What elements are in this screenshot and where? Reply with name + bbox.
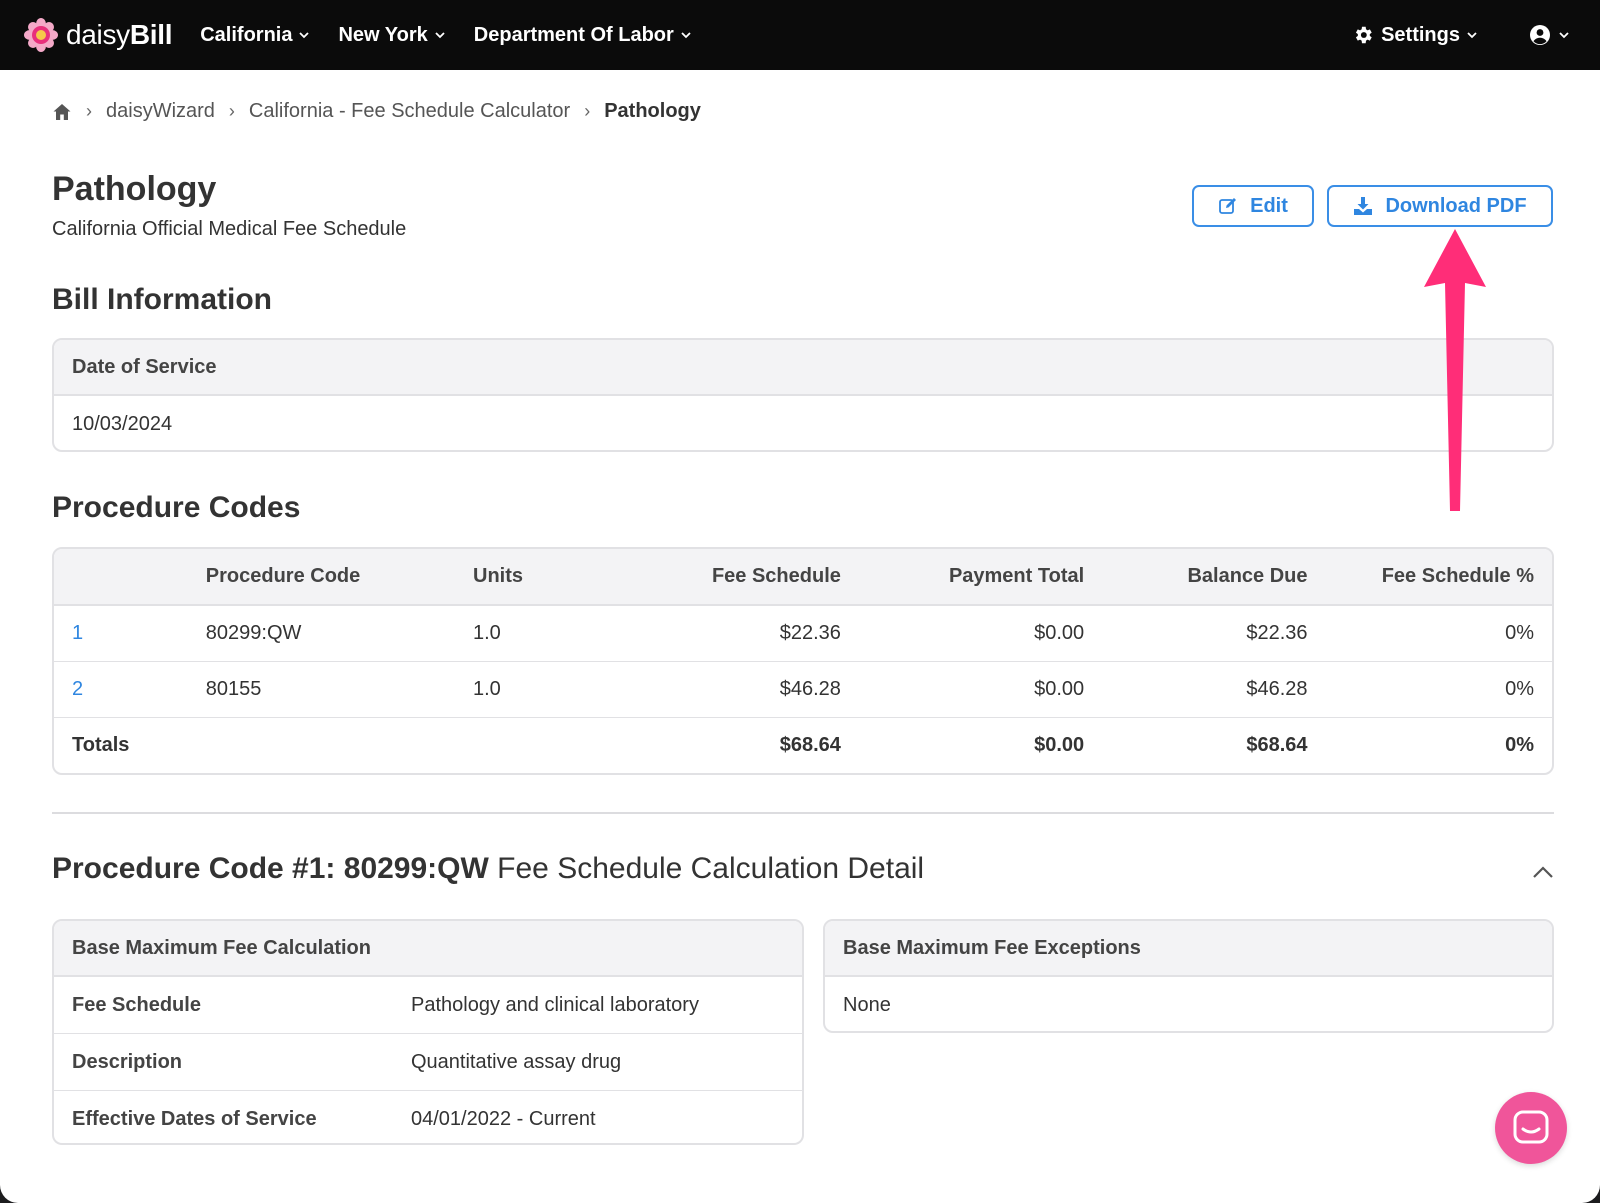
breadcrumb-daisywizard[interactable]: daisyWizard: [106, 100, 215, 123]
col-header-balance-due: Balance Due: [1102, 549, 1326, 606]
col-header-payment-total: Payment Total: [858, 549, 1103, 606]
cell-fee-schedule-pct: 0%: [1325, 605, 1552, 662]
base-max-fee-exceptions-card: Base Maximum Fee Exceptions None: [823, 919, 1554, 1033]
kv-key: Description: [72, 1050, 183, 1073]
nav-settings[interactable]: Settings: [1352, 24, 1478, 47]
table-row: 2 80155 1.0 $46.28 $0.00 $46.28 0%: [54, 661, 1552, 718]
totals-label: Totals: [72, 733, 130, 756]
nav-user-menu[interactable]: [1528, 23, 1570, 47]
nav-department-of-labor[interactable]: Department Of Labor: [474, 24, 692, 47]
procedure-link-2[interactable]: 2: [72, 678, 83, 700]
table-header-row: Procedure Code Units Fee Schedule Paymen…: [54, 549, 1552, 606]
cell-balance-due: $22.36: [1102, 605, 1326, 662]
base-max-fee-calculation-title: Base Maximum Fee Calculation: [54, 921, 802, 977]
edit-button[interactable]: Edit: [1192, 185, 1314, 227]
breadcrumb: › daisyWizard › California - Fee Schedul…: [52, 100, 701, 123]
detail-title-code: Procedure Code #1: 80299:QW: [52, 852, 489, 885]
kv-value: Quantitative assay drug: [411, 1050, 622, 1073]
detail-title-rest: Fee Schedule Calculation Detail: [488, 852, 925, 885]
procedure-link-1[interactable]: 1: [72, 622, 83, 644]
cell-payment-total: $0.00: [858, 605, 1103, 662]
edit-button-label: Edit: [1250, 194, 1288, 217]
chevron-down-icon: [299, 32, 310, 39]
total-balance-due: $68.64: [1246, 733, 1308, 756]
page-subtitle: California Official Medical Fee Schedule: [52, 218, 407, 240]
chevron-down-icon: [681, 32, 691, 39]
chat-icon: [1513, 1110, 1549, 1144]
bill-information-card: Date of Service 10/03/2024: [52, 338, 1554, 452]
cell-units: 1.0: [455, 605, 600, 662]
breadcrumb-separator: ›: [86, 101, 92, 121]
breadcrumb-fee-schedule-calculator[interactable]: California - Fee Schedule Calculator: [249, 100, 570, 123]
app-window: daisyBill California New York Department…: [0, 0, 1600, 1203]
section-divider: [52, 812, 1554, 814]
nav-settings-label: Settings: [1381, 23, 1460, 46]
top-navbar: daisyBill California New York Department…: [0, 0, 1600, 70]
cell-procedure-code: 80299:QW: [187, 605, 455, 662]
cell-units: 1.0: [455, 661, 600, 718]
kv-row-description: Description Quantitative assay drug: [54, 1034, 802, 1091]
nav-new-york-label: New York: [338, 23, 428, 46]
kv-value: Pathology and clinical laboratory: [411, 993, 699, 1016]
home-icon[interactable]: [52, 102, 72, 122]
cell-procedure-code: 80155: [187, 661, 455, 718]
empty-cell: [188, 717, 455, 773]
nav-california[interactable]: California: [200, 24, 310, 47]
base-max-fee-calculation-card: Base Maximum Fee Calculation Fee Schedul…: [52, 919, 804, 1145]
cell-fee-schedule-pct: 0%: [1325, 661, 1552, 718]
cell-fee-schedule: $22.36: [599, 605, 859, 662]
download-icon: [1354, 197, 1373, 215]
empty-cell: [455, 717, 600, 773]
cell-balance-due: $46.28: [1102, 661, 1326, 718]
kv-row-effective-dates: Effective Dates of Service 04/01/2022 - …: [54, 1091, 802, 1143]
base-max-fee-exceptions-title: Base Maximum Fee Exceptions: [825, 921, 1552, 977]
col-header-units: Units: [455, 549, 600, 606]
nav-new-york[interactable]: New York: [338, 24, 445, 47]
col-header-fee-schedule-pct: Fee Schedule %: [1325, 549, 1552, 606]
download-pdf-button[interactable]: Download PDF: [1327, 185, 1553, 227]
col-header-procedure-code: Procedure Code: [187, 549, 455, 606]
breadcrumb-current: Pathology: [604, 100, 701, 122]
totals-row: Totals $68.64 $0.00 $68.64 0%: [54, 717, 1552, 773]
cell-payment-total: $0.00: [858, 661, 1103, 718]
chat-launcher-button[interactable]: [1495, 1092, 1567, 1164]
gear-icon: [1356, 26, 1372, 44]
procedure-codes-card: Procedure Code Units Fee Schedule Paymen…: [52, 547, 1554, 775]
download-pdf-label: Download PDF: [1385, 194, 1527, 217]
cell-fee-schedule: $46.28: [599, 661, 859, 718]
kv-key: Effective Dates of Service: [72, 1107, 317, 1130]
chevron-down-icon: [435, 32, 445, 39]
nav-right: Settings: [1352, 23, 1570, 47]
chevron-down-icon: [1559, 32, 1569, 39]
kv-key: Fee Schedule: [72, 993, 201, 1016]
total-payment: $0.00: [1034, 733, 1085, 756]
kv-value: 04/01/2022 - Current: [411, 1107, 596, 1130]
procedure-codes-heading: Procedure Codes: [52, 491, 301, 524]
bill-information-heading: Bill Information: [52, 283, 272, 316]
date-of-service-value: 10/03/2024: [72, 412, 173, 435]
exceptions-value: None: [843, 993, 891, 1016]
procedure-codes-table: Procedure Code Units Fee Schedule Paymen…: [54, 549, 1552, 773]
breadcrumb-separator: ›: [228, 101, 235, 121]
table-row: 1 80299:QW 1.0 $22.36 $0.00 $22.36 0%: [54, 605, 1552, 662]
kv-row-fee-schedule: Fee Schedule Pathology and clinical labo…: [54, 977, 802, 1034]
chevron-down-icon: [1467, 32, 1477, 39]
col-header-index: [54, 549, 188, 606]
user-circle-icon: [1530, 25, 1550, 45]
total-fee-schedule: $68.64: [779, 733, 841, 756]
date-of-service-label: Date of Service: [54, 340, 1552, 396]
col-header-fee-schedule: Fee Schedule: [599, 549, 859, 606]
edit-icon: [1219, 198, 1237, 214]
nav-dol-label: Department Of Labor: [473, 23, 674, 46]
calculation-detail-heading: Procedure Code #1: 80299:QW Fee Schedule…: [52, 852, 924, 886]
annotation-arrow: [1424, 229, 1486, 511]
chevron-up-icon[interactable]: [1530, 860, 1556, 886]
total-fee-schedule-pct: 0%: [1505, 733, 1534, 756]
logo-text: daisyBill: [66, 19, 173, 50]
breadcrumb-separator: ›: [584, 101, 591, 121]
daisy-flower-icon: [24, 18, 58, 52]
page-title: Pathology: [52, 170, 217, 208]
logo[interactable]: daisyBill: [24, 18, 173, 52]
nav-california-label: California: [200, 23, 293, 46]
